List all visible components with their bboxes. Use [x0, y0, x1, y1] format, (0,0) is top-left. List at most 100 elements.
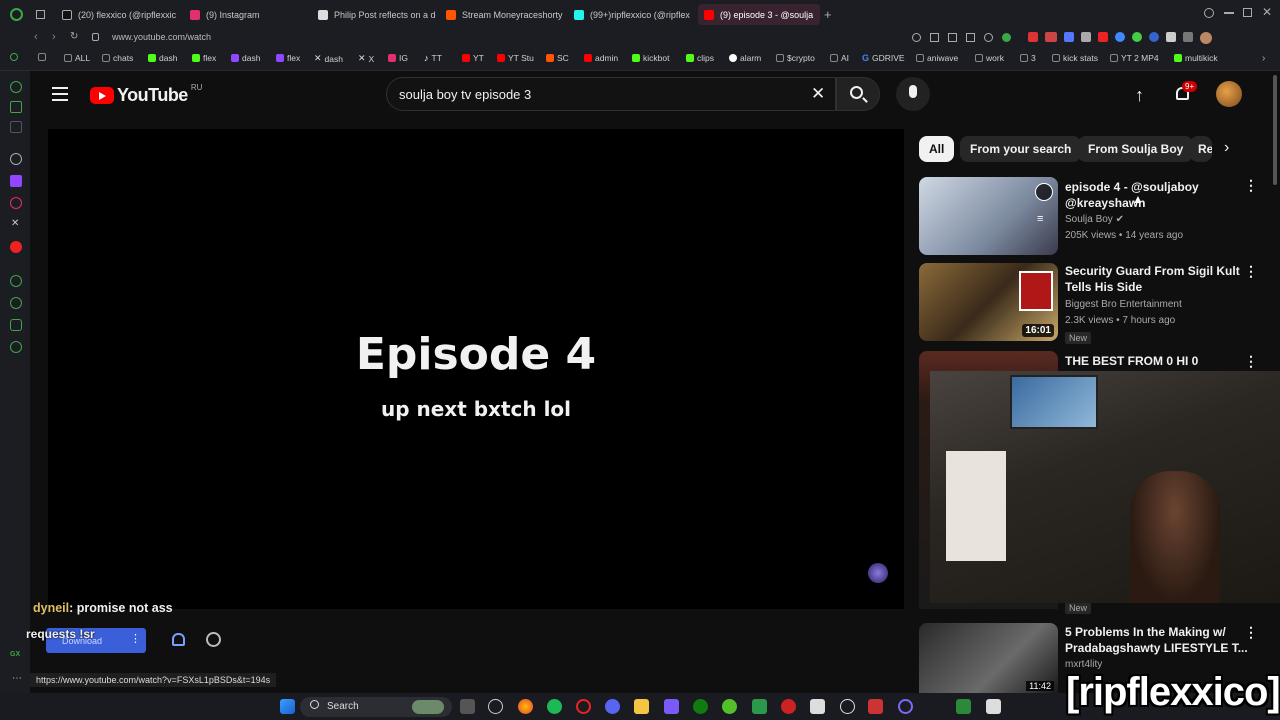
page-scrollbar[interactable]: [1273, 75, 1277, 185]
bookmark-kick-stats[interactable]: kick stats: [1052, 53, 1098, 63]
bookmark-kickbot[interactable]: kickbot: [632, 53, 669, 63]
tab-instagram[interactable]: (9) Instagram: [184, 4, 308, 25]
extension-icon[interactable]: [1166, 32, 1176, 42]
app-icon[interactable]: [752, 699, 767, 714]
tab-philip-post[interactable]: Philip Post reflects on a de: [312, 4, 436, 25]
youtube-logo[interactable]: YouTube RU: [90, 83, 202, 106]
settings-gear-icon[interactable]: [206, 632, 221, 647]
task-view-icon[interactable]: [460, 699, 475, 714]
extension-icon[interactable]: [1045, 32, 1057, 42]
more-actions-icon[interactable]: ⋮: [1244, 353, 1258, 370]
app-icon[interactable]: [868, 699, 883, 714]
bookmark-ai[interactable]: AI: [830, 53, 849, 63]
maximize-window-icon[interactable]: [1243, 8, 1252, 17]
more-actions-icon[interactable]: ⋮: [1244, 624, 1258, 641]
notifications-button[interactable]: 9+: [1174, 81, 1198, 103]
tab-soundcloud-stream[interactable]: Stream Moneyraceshorty: [440, 4, 564, 25]
app-icon[interactable]: [664, 699, 679, 714]
reload-icon[interactable]: ↻: [70, 31, 78, 42]
bookmark-3[interactable]: 3: [1020, 53, 1036, 63]
bookmark-tt[interactable]: ♪ TT: [424, 53, 442, 63]
clear-search-icon[interactable]: ✕: [811, 84, 825, 104]
chip-from-your-search[interactable]: From your search: [960, 136, 1082, 162]
tab-youtube-active[interactable]: (9) episode 3 - @soulja: [698, 4, 820, 25]
app-icon[interactable]: [898, 699, 913, 714]
download-menu-icon[interactable]: ⋮: [130, 632, 141, 645]
sidebar-instagram-icon[interactable]: [10, 197, 22, 209]
zoom-icon[interactable]: [912, 33, 921, 42]
add-to-queue-icon[interactable]: ≡: [1037, 213, 1051, 225]
file-explorer-icon[interactable]: [634, 699, 649, 714]
bookmark-reload-icon[interactable]: [10, 53, 18, 61]
app-icon[interactable]: [956, 699, 971, 714]
profile-avatar-icon[interactable]: [1200, 32, 1212, 44]
sidebar-history-icon[interactable]: [10, 297, 22, 309]
upload-icon[interactable]: ↑: [1135, 85, 1144, 106]
github-icon[interactable]: [488, 699, 503, 714]
openai-icon[interactable]: [840, 699, 855, 714]
chip-from-soulja-boy[interactable]: From Soulja Boy: [1078, 136, 1194, 162]
forward-arrow-icon[interactable]: ›: [52, 31, 56, 43]
sidebar-x-icon[interactable]: ✕: [11, 218, 19, 229]
bookmark-gdrive[interactable]: G GDRIVE: [862, 53, 905, 63]
address-url[interactable]: www.youtube.com/watch: [112, 32, 211, 42]
spotify-icon[interactable]: [547, 699, 562, 714]
account-avatar[interactable]: [1216, 81, 1242, 107]
new-tab-plus-icon[interactable]: +: [824, 7, 832, 22]
app-icon[interactable]: [781, 699, 796, 714]
bookmark-yt2mp4[interactable]: YT 2 MP4: [1110, 53, 1159, 63]
video-channel[interactable]: Soulja Boy ✔: [1065, 214, 1124, 225]
video-thumbnail[interactable]: ≡: [919, 177, 1058, 255]
app-icon[interactable]: [986, 699, 1001, 714]
more-actions-icon[interactable]: ⋮: [1244, 177, 1258, 194]
bookmark-x-dash[interactable]: ✕ dash: [314, 53, 343, 64]
pin-icon[interactable]: [930, 33, 939, 42]
bookmark-yt[interactable]: YT: [462, 53, 484, 63]
bookmark-x[interactable]: ✕ X: [358, 53, 374, 64]
heart-icon[interactable]: [1002, 33, 1011, 42]
bookmark-work[interactable]: work: [975, 53, 1004, 63]
bookmark-twitch-dash[interactable]: dash: [231, 53, 260, 63]
sidebar-gx-control-icon[interactable]: [10, 101, 22, 113]
bookmark-folder[interactable]: [38, 53, 46, 61]
watch-later-icon[interactable]: [1035, 183, 1053, 201]
search-tabs-icon[interactable]: [1204, 8, 1214, 18]
bookmarks-overflow-icon[interactable]: ›: [1262, 53, 1265, 64]
search-box[interactable]: soulja boy tv episode 3 ✕: [386, 77, 836, 111]
sidebar-player-icon[interactable]: [10, 275, 22, 287]
extension-icon[interactable]: [1064, 32, 1074, 42]
video-thumbnail[interactable]: 16:01: [919, 263, 1058, 341]
bookmark-alarm[interactable]: alarm: [729, 53, 761, 63]
extension-icon[interactable]: [1028, 32, 1038, 42]
video-thumbnail[interactable]: 11:42: [919, 623, 1058, 693]
app-icon[interactable]: [722, 699, 737, 714]
tab-menu-icon[interactable]: [36, 10, 45, 19]
taskbar-search-box[interactable]: Search: [300, 697, 452, 717]
notification-bell-icon[interactable]: [172, 633, 185, 646]
sidebar-chatgpt-icon[interactable]: [10, 153, 22, 165]
play-icon[interactable]: [984, 33, 993, 42]
sidebar-extensions-icon[interactable]: [10, 319, 22, 331]
bookmark-yt-studio[interactable]: YT Stu: [497, 53, 534, 63]
guide-menu-icon[interactable]: [52, 87, 68, 101]
xbox-icon[interactable]: [693, 699, 708, 714]
extension-icon[interactable]: [1132, 32, 1142, 42]
chip-related[interactable]: Re: [1190, 136, 1212, 162]
more-actions-icon[interactable]: ⋮: [1244, 263, 1258, 280]
bookmark-ig[interactable]: IG: [388, 53, 408, 63]
bookmark-clips[interactable]: clips: [686, 53, 714, 63]
sidebar-twitch-icon[interactable]: [10, 175, 22, 187]
minimize-window-icon[interactable]: [1224, 12, 1234, 14]
snapshot-icon[interactable]: [948, 33, 957, 42]
extension-icon[interactable]: [1081, 32, 1091, 42]
extension-icon[interactable]: [1098, 32, 1108, 42]
bookmark-crypto[interactable]: $crypto: [776, 53, 815, 63]
sidebar-more-icon[interactable]: ⋯: [12, 673, 22, 684]
close-window-icon[interactable]: ✕: [1262, 5, 1272, 19]
search-input[interactable]: soulja boy tv episode 3: [399, 87, 531, 102]
chip-all[interactable]: All: [919, 136, 955, 162]
voice-search-button[interactable]: [896, 77, 930, 111]
shield-icon[interactable]: [966, 33, 975, 42]
opera-gx-taskbar-icon[interactable]: [576, 699, 591, 714]
video-title[interactable]: 5 Problems In the Making w/Pradabagshawt…: [1065, 624, 1248, 656]
